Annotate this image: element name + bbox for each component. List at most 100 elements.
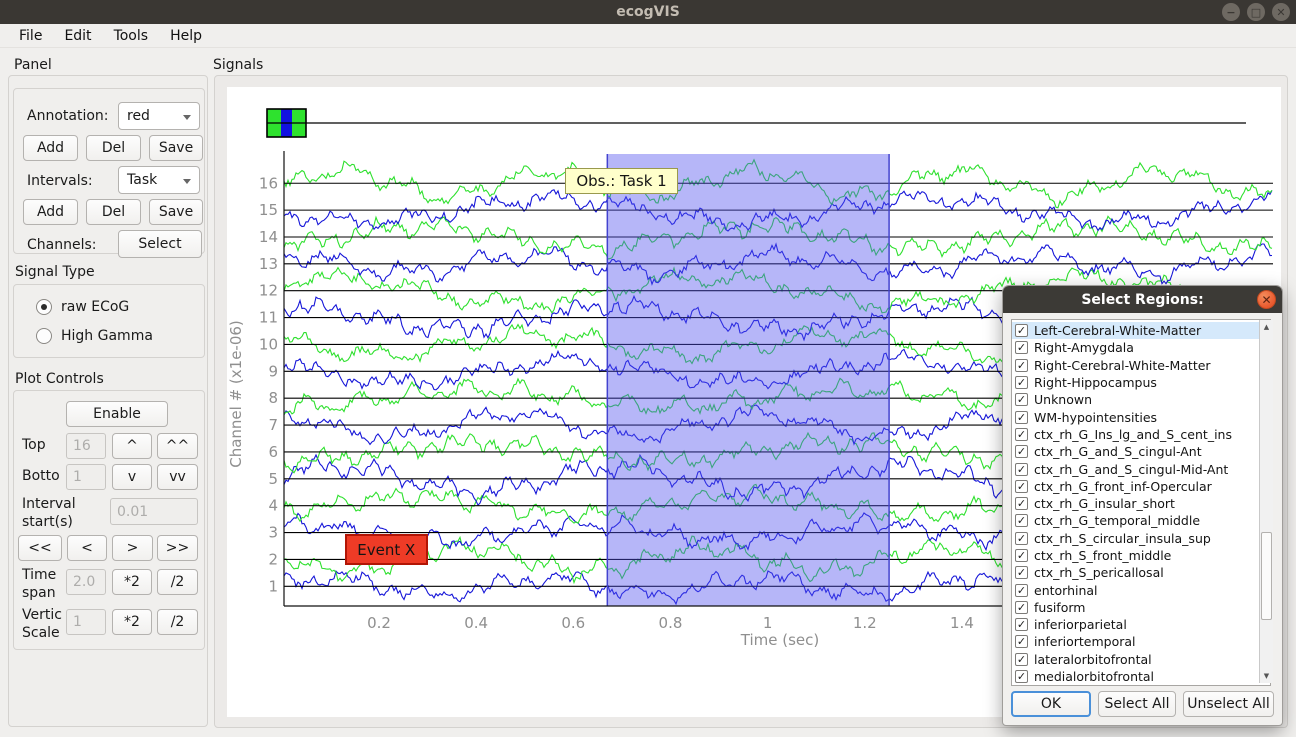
checkbox-icon[interactable]: ✓ — [1015, 411, 1028, 424]
annotation-button[interactable]: Save — [149, 135, 203, 161]
scrollbar-thumb[interactable] — [1261, 532, 1272, 620]
signal-type-radio[interactable]: raw ECoG — [36, 299, 129, 315]
svg-text:3: 3 — [268, 524, 278, 542]
region-row[interactable]: ✓ inferiorparietal — [1012, 616, 1270, 633]
control-panel: Annotation: red AddDelSave Intervals: Ta… — [8, 75, 208, 727]
region-row[interactable]: ✓ Right-Hippocampus — [1012, 374, 1270, 391]
select-all-button[interactable]: Select All — [1098, 691, 1176, 717]
region-label: fusiform — [1034, 600, 1085, 615]
intervals-combo[interactable]: Task — [118, 166, 200, 194]
region-row[interactable]: ✓ ctx_rh_S_circular_insula_sup — [1012, 530, 1270, 547]
intervals-button[interactable]: Add — [23, 199, 78, 225]
scroll-down-icon[interactable]: ▼ — [1260, 669, 1273, 683]
checkbox-icon[interactable]: ✓ — [1015, 566, 1028, 579]
time-nav-button[interactable]: < — [67, 535, 107, 561]
checkbox-icon[interactable]: ✓ — [1015, 497, 1028, 510]
menu-item[interactable]: File — [8, 26, 53, 46]
region-row[interactable]: ✓ inferiortemporal — [1012, 633, 1270, 650]
ok-button[interactable]: OK — [1011, 691, 1091, 717]
maximize-icon[interactable]: □ — [1247, 3, 1265, 21]
annotation-button[interactable]: Del — [86, 135, 141, 161]
region-label: Right-Amygdala — [1034, 340, 1134, 355]
region-row[interactable]: ✓ ctx_rh_G_temporal_middle — [1012, 512, 1270, 529]
channel-up-button[interactable]: ^ — [112, 433, 152, 459]
region-row[interactable]: ✓ ctx_rh_G_Ins_lg_and_S_cent_ins — [1012, 426, 1270, 443]
bottom-input[interactable]: 1 — [66, 464, 106, 490]
svg-text:7: 7 — [268, 416, 278, 434]
checkbox-icon[interactable]: ✓ — [1015, 341, 1028, 354]
channel-down-button[interactable]: v — [112, 464, 152, 490]
time-span-input[interactable]: 2.0 — [66, 569, 106, 595]
vertical-scale-input[interactable]: 1 — [66, 609, 106, 635]
checkbox-icon[interactable]: ✓ — [1015, 601, 1028, 614]
checkbox-icon[interactable]: ✓ — [1015, 532, 1028, 545]
time-nav-button[interactable]: >> — [157, 535, 198, 561]
checkbox-icon[interactable]: ✓ — [1015, 463, 1028, 476]
channel-up-fast-button[interactable]: ^^ — [157, 433, 198, 459]
menu-item[interactable]: Edit — [53, 26, 102, 46]
region-row[interactable]: ✓ ctx_rh_G_insular_short — [1012, 495, 1270, 512]
event-annotation[interactable]: Event X — [345, 534, 428, 565]
region-row[interactable]: ✓ medialorbitofrontal — [1012, 668, 1270, 685]
signal-type-radio[interactable]: High Gamma — [36, 328, 153, 344]
dialog-header[interactable]: Select Regions: ✕ — [1003, 286, 1282, 313]
region-row[interactable]: ✓ fusiform — [1012, 599, 1270, 616]
checkbox-icon[interactable]: ✓ — [1015, 584, 1028, 597]
checkbox-icon[interactable]: ✓ — [1015, 393, 1028, 406]
time-nav-button[interactable]: << — [18, 535, 62, 561]
vertical-scale-double-button[interactable]: *2 — [112, 609, 152, 635]
region-label: inferiortemporal — [1034, 634, 1136, 649]
region-label: ctx_rh_S_pericallosal — [1034, 565, 1164, 580]
time-span-double-button[interactable]: *2 — [112, 569, 152, 595]
close-icon[interactable]: ✕ — [1272, 3, 1290, 21]
region-label: inferiorparietal — [1034, 617, 1127, 632]
top-input[interactable]: 16 — [66, 433, 106, 459]
svg-text:0.2: 0.2 — [367, 614, 391, 632]
checkbox-icon[interactable]: ✓ — [1015, 549, 1028, 562]
enable-button[interactable]: Enable — [66, 401, 168, 427]
menu-bar: FileEditToolsHelp — [0, 24, 1296, 48]
region-row[interactable]: ✓ Right-Amygdala — [1012, 339, 1270, 356]
svg-text:1: 1 — [763, 614, 773, 632]
time-span-half-button[interactable]: /2 — [157, 569, 198, 595]
region-row[interactable]: ✓ ctx_rh_G_and_S_cingul-Ant — [1012, 443, 1270, 460]
region-row[interactable]: ✓ ctx_rh_G_and_S_cingul-Mid-Ant — [1012, 460, 1270, 477]
checkbox-icon[interactable]: ✓ — [1015, 445, 1028, 458]
channel-down-fast-button[interactable]: vv — [157, 464, 198, 490]
region-row[interactable]: ✓ ctx_rh_G_front_inf-Opercular — [1012, 478, 1270, 495]
unselect-all-button[interactable]: Unselect All — [1183, 691, 1274, 717]
region-row[interactable]: ✓ ctx_rh_S_pericallosal — [1012, 564, 1270, 581]
channels-select-button[interactable]: Select — [118, 230, 202, 258]
checkbox-icon[interactable]: ✓ — [1015, 635, 1028, 648]
checkbox-icon[interactable]: ✓ — [1015, 376, 1028, 389]
annotation-combo[interactable]: red — [118, 102, 200, 130]
checkbox-icon[interactable]: ✓ — [1015, 618, 1028, 631]
checkbox-icon[interactable]: ✓ — [1015, 324, 1028, 337]
checkbox-icon[interactable]: ✓ — [1015, 428, 1028, 441]
region-row[interactable]: ✓ Unknown — [1012, 391, 1270, 408]
minimize-icon[interactable]: − — [1222, 3, 1240, 21]
vertical-scale-half-button[interactable]: /2 — [157, 609, 198, 635]
menu-item[interactable]: Tools — [103, 26, 160, 46]
intervals-button[interactable]: Save — [149, 199, 203, 225]
region-row[interactable]: ✓ WM-hypointensities — [1012, 408, 1270, 425]
menu-item[interactable]: Help — [159, 26, 213, 46]
region-row[interactable]: ✓ lateralorbitofrontal — [1012, 651, 1270, 668]
checkbox-icon[interactable]: ✓ — [1015, 514, 1028, 527]
region-row[interactable]: ✓ Right-Cerebral-White-Matter — [1012, 357, 1270, 374]
scroll-up-icon[interactable]: ▲ — [1260, 320, 1273, 334]
time-nav-button[interactable]: > — [112, 535, 153, 561]
intervals-button[interactable]: Del — [86, 199, 141, 225]
bottom-label: Botto — [22, 468, 60, 486]
checkbox-icon[interactable]: ✓ — [1015, 670, 1028, 683]
interval-start-input[interactable]: 0.01 — [110, 498, 198, 525]
region-list-scrollbar[interactable]: ▲ ▼ — [1259, 320, 1273, 683]
dialog-close-icon[interactable]: ✕ — [1257, 290, 1276, 309]
annotation-button[interactable]: Add — [23, 135, 78, 161]
region-row[interactable]: ✓ Left-Cerebral-White-Matter — [1012, 322, 1270, 339]
region-row[interactable]: ✓ entorhinal — [1012, 581, 1270, 598]
checkbox-icon[interactable]: ✓ — [1015, 653, 1028, 666]
region-row[interactable]: ✓ ctx_rh_S_front_middle — [1012, 547, 1270, 564]
checkbox-icon[interactable]: ✓ — [1015, 359, 1028, 372]
checkbox-icon[interactable]: ✓ — [1015, 480, 1028, 493]
